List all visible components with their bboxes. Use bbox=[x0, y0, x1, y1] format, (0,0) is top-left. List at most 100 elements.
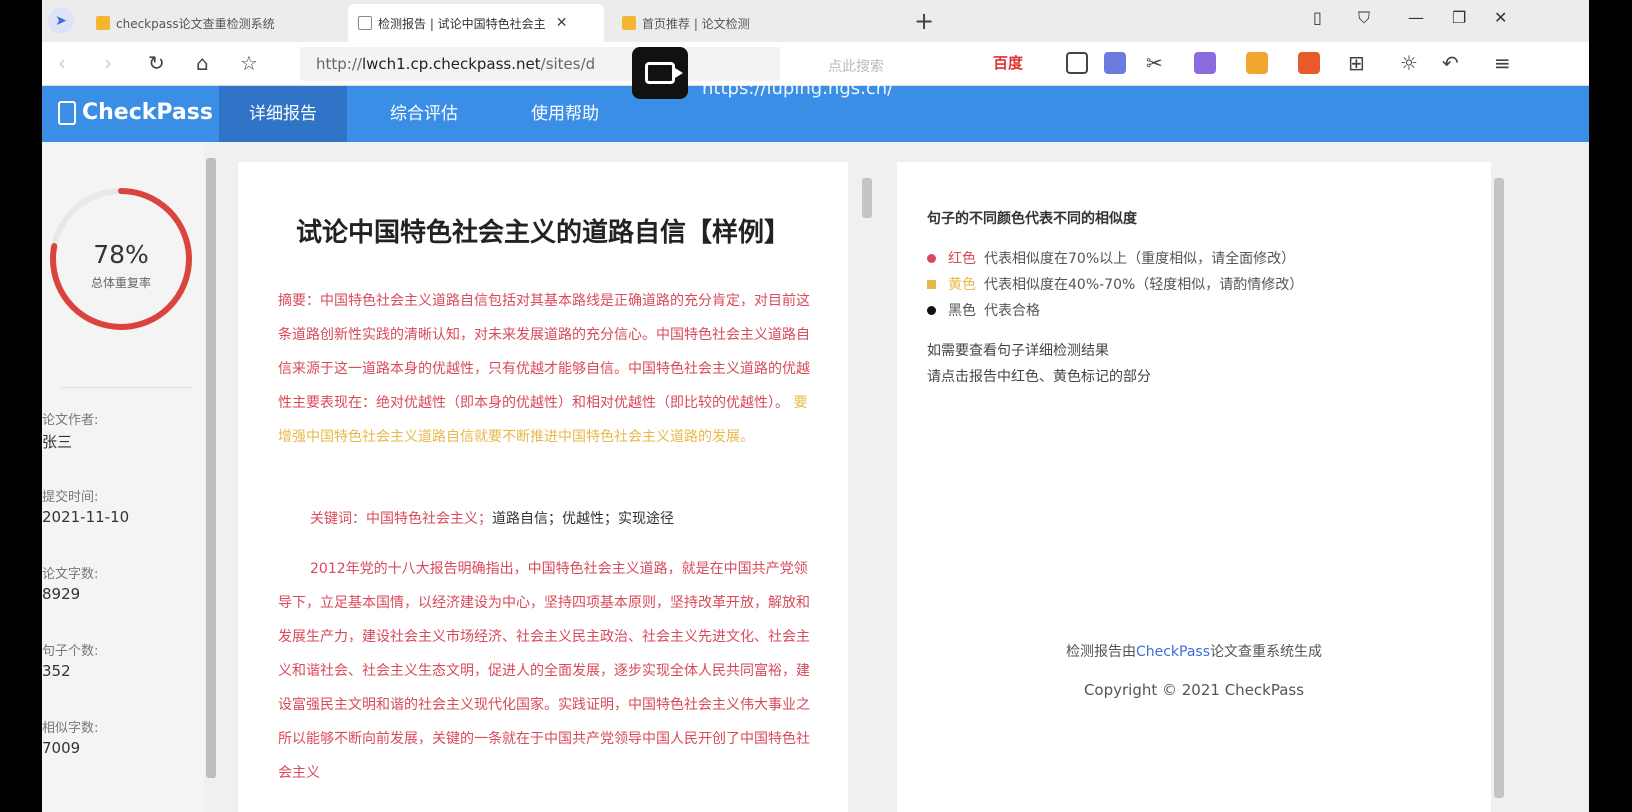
nav-help[interactable]: 使用帮助 bbox=[501, 86, 629, 142]
extension-icon[interactable] bbox=[1194, 52, 1216, 74]
footer-prefix: 检测报告由 bbox=[1065, 644, 1136, 660]
tab-label: checkpass论文查重检测系统 bbox=[116, 16, 275, 31]
yellow-square-icon bbox=[927, 279, 936, 289]
tab-label: 检测报告 | 试论中国特色社会主 bbox=[378, 16, 546, 31]
browser-window: ➤ checkpass论文查重检测系统 检测报告 | 试论中国特色社会主 ✕ 首… bbox=[42, 0, 1589, 812]
similarity-percent: 78% bbox=[93, 240, 149, 269]
similar-words-label: 相似字数: bbox=[42, 721, 99, 736]
sidebar-toggle-icon[interactable]: ▯ bbox=[1313, 8, 1322, 27]
menu-icon[interactable]: ≡ bbox=[1494, 51, 1511, 75]
browser-logo-icon[interactable]: ➤ bbox=[48, 8, 74, 34]
author-label: 论文作者: bbox=[42, 413, 99, 428]
minimize-icon[interactable]: — bbox=[1408, 8, 1424, 27]
url-field[interactable]: http:// lwch1.cp.checkpass.net /sites/d bbox=[300, 47, 780, 81]
hint-line-2: 请点击报告中红色、黄色标记的部分 bbox=[927, 369, 1151, 385]
tab-bar: ➤ checkpass论文查重检测系统 检测报告 | 试论中国特色社会主 ✕ 首… bbox=[42, 0, 1589, 42]
tab-recommend[interactable]: 首页推荐 | 论文检测 bbox=[612, 4, 862, 42]
back-icon[interactable]: ‹ bbox=[58, 51, 66, 75]
footer-suffix: 论文查重系统生成 bbox=[1210, 644, 1323, 660]
legend-title: 句子的不同颜色代表不同的相似度 bbox=[927, 211, 1137, 227]
keywords-label: 关键词： bbox=[310, 511, 366, 527]
scissors-icon[interactable]: ✂ bbox=[1146, 51, 1163, 75]
undo-icon[interactable]: ↶ bbox=[1442, 51, 1459, 75]
keywords-black: 道路自信；优越性；实现途径 bbox=[492, 511, 674, 527]
watermark-url: https://luping.hgs.cn/ bbox=[702, 78, 894, 99]
legend-black: 黑色 代表合格 bbox=[927, 300, 1040, 320]
footer-brand-link[interactable]: CheckPass bbox=[1136, 644, 1210, 660]
sentence-count-label: 句子个数: bbox=[42, 644, 99, 659]
legend-scrollbar[interactable] bbox=[1492, 162, 1506, 812]
body-paragraph[interactable]: 2012年党的十八大报告明确指出，中国特色社会主义道路，就是在中国共产党领导下，… bbox=[278, 552, 818, 790]
logo-text: CheckPass bbox=[82, 100, 213, 125]
apps-grid-icon[interactable]: ⊞ bbox=[1348, 51, 1365, 75]
legend-yellow: 黄色 代表相似度在40%-70%（轻度相似，请酌情修改） bbox=[927, 274, 1303, 294]
word-count-value: 8929 bbox=[42, 585, 81, 603]
document-panel: 试论中国特色社会主义的道路自信【样例】 摘要：中国特色社会主义道路自信包括对其基… bbox=[238, 162, 848, 812]
tab-checkpass-home[interactable]: checkpass论文查重检测系统 bbox=[86, 4, 336, 42]
summary-scrollbar[interactable] bbox=[204, 142, 218, 812]
nav-detailed-report[interactable]: 详细报告 bbox=[219, 86, 347, 142]
search-input[interactable]: 点此搜索 bbox=[828, 56, 884, 76]
copyright: Copyright © 2021 CheckPass bbox=[1083, 681, 1305, 699]
divider bbox=[62, 387, 192, 388]
reader-icon[interactable] bbox=[1066, 52, 1088, 74]
reload-icon[interactable]: ↻ bbox=[148, 51, 165, 75]
scrollbar-thumb[interactable] bbox=[862, 178, 872, 218]
legend-red: 红色 代表相似度在70%以上（重度相似，请全面修改） bbox=[927, 248, 1295, 268]
black-dot-icon bbox=[927, 305, 936, 315]
shirt-skin-icon[interactable]: ⛉ bbox=[1358, 8, 1370, 28]
hint-line-1: 如需要查看句子详细检测结果 bbox=[927, 343, 1109, 359]
document-scrollbar[interactable] bbox=[860, 162, 874, 812]
url-prefix: http:// bbox=[316, 55, 362, 73]
scrollbar-thumb[interactable] bbox=[1494, 178, 1504, 798]
tab-label: 首页推荐 | 论文检测 bbox=[642, 16, 750, 31]
tab-report[interactable]: 检测报告 | 试论中国特色社会主 ✕ bbox=[348, 4, 604, 42]
sentence-count-value: 352 bbox=[42, 662, 71, 680]
legend-black-name: 黑色 bbox=[948, 303, 976, 319]
checkpass-logo[interactable]: CheckPass bbox=[58, 100, 213, 125]
shield-icon[interactable] bbox=[1246, 52, 1268, 74]
url-path: /sites/d bbox=[540, 55, 596, 73]
legend-black-desc: 代表合格 bbox=[984, 303, 1040, 319]
camera-icon bbox=[645, 62, 683, 84]
screen-record-button[interactable] bbox=[632, 47, 688, 99]
home-icon[interactable]: ⌂ bbox=[196, 51, 209, 75]
scrollbar-thumb[interactable] bbox=[206, 158, 216, 778]
checkpass-favicon-icon bbox=[622, 16, 636, 30]
document-favicon-icon bbox=[358, 16, 372, 30]
legend-red-name: 红色 bbox=[948, 251, 976, 267]
url-host: lwch1.cp.checkpass.net bbox=[361, 55, 541, 73]
submit-time-label: 提交时间: bbox=[42, 490, 99, 505]
word-count-label: 论文字数: bbox=[42, 567, 99, 582]
logo-document-icon bbox=[58, 100, 76, 125]
translate-icon[interactable] bbox=[1104, 52, 1126, 74]
checkpass-favicon-icon bbox=[96, 16, 110, 30]
generated-by: 检测报告由CheckPass论文查重系统生成 bbox=[897, 641, 1491, 661]
new-tab-icon[interactable]: + bbox=[914, 7, 934, 35]
legend-red-desc: 代表相似度在70%以上（重度相似，请全面修改） bbox=[984, 251, 1296, 267]
game-icon[interactable] bbox=[1298, 52, 1320, 74]
close-tab-icon[interactable]: ✕ bbox=[556, 15, 568, 31]
close-window-icon[interactable]: ✕ bbox=[1494, 8, 1507, 27]
summary-panel: 78% 总体重复率 论文作者: 张三 提交时间: 2021-11-10 论文字数… bbox=[42, 142, 204, 812]
abstract-paragraph: 摘要：中国特色社会主义道路自信包括对其基本路线是正确道路的充分肯定，对目前这条道… bbox=[278, 284, 818, 454]
legend-yellow-desc: 代表相似度在40%-70%（轻度相似，请酌情修改） bbox=[984, 277, 1304, 293]
red-dot-icon bbox=[927, 253, 936, 263]
document-title: 试论中国特色社会主义的道路自信【样例】 bbox=[295, 218, 790, 248]
keywords-paragraph: 关键词：中国特色社会主义；道路自信；优越性；实现途径 bbox=[278, 502, 818, 536]
nav-overall-assessment[interactable]: 综合评估 bbox=[360, 86, 488, 142]
keywords-red[interactable]: 中国特色社会主义； bbox=[366, 511, 492, 527]
report-content: 78% 总体重复率 论文作者: 张三 提交时间: 2021-11-10 论文字数… bbox=[42, 142, 1589, 812]
legend-panel: 句子的不同颜色代表不同的相似度 红色 代表相似度在70%以上（重度相似，请全面修… bbox=[897, 162, 1491, 812]
author-value: 张三 bbox=[42, 433, 73, 451]
forward-icon[interactable]: › bbox=[104, 51, 112, 75]
submit-time-value: 2021-11-10 bbox=[42, 508, 130, 526]
legend-yellow-name: 黄色 bbox=[948, 277, 976, 293]
search-engine-label[interactable]: 百度 bbox=[993, 52, 1023, 73]
similarity-label: 总体重复率 bbox=[90, 276, 151, 290]
similar-words-value: 7009 bbox=[42, 739, 81, 757]
abstract-red-sentences[interactable]: 摘要：中国特色社会主义道路自信包括对其基本路线是正确道路的充分肯定，对目前这条道… bbox=[278, 293, 810, 411]
bookmark-star-icon[interactable]: ☆ bbox=[240, 51, 258, 75]
restore-icon[interactable]: ❐ bbox=[1452, 8, 1466, 27]
brightness-icon[interactable]: ☼ bbox=[1400, 51, 1418, 75]
